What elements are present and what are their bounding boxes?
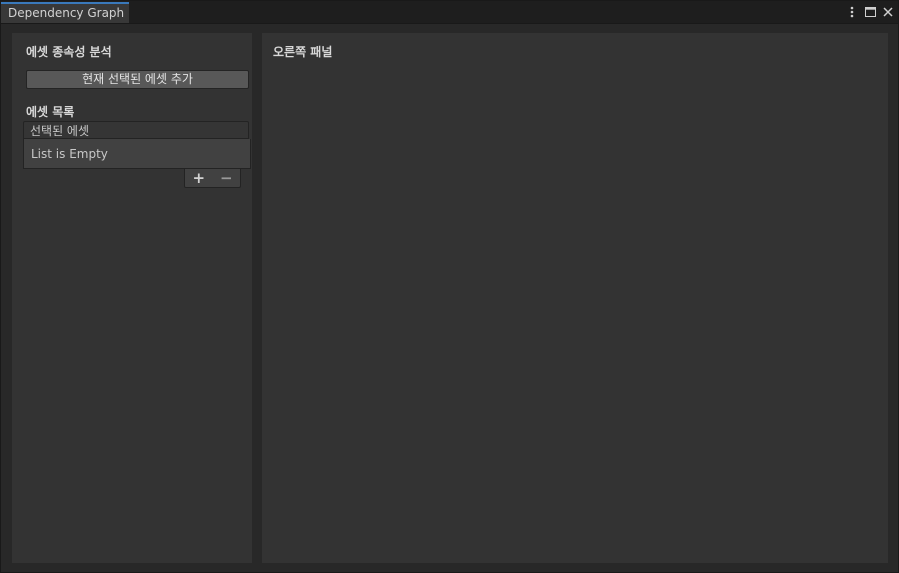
right-panel: 오른쪽 패널	[262, 33, 888, 563]
window-content: 에셋 종속성 분석 현재 선택된 에셋 추가 에셋 목록 선택된 에셋 List…	[1, 24, 898, 572]
tab-bar: Dependency Graph	[1, 1, 898, 24]
panel-title: 에셋 종속성 분석	[26, 45, 112, 59]
tab-dependency-graph[interactable]: Dependency Graph	[1, 2, 129, 23]
add-item-button[interactable]: +	[190, 170, 208, 186]
asset-list-title: 에셋 목록	[26, 105, 75, 119]
asset-list-footer: + −	[184, 169, 241, 188]
asset-list-empty: List is Empty	[23, 139, 251, 169]
remove-item-button[interactable]: −	[217, 170, 235, 186]
editor-window: Dependency Graph 에셋 종속성 분석 현재 선택된 에셋 추가 …	[0, 0, 899, 573]
right-panel-title: 오른쪽 패널	[273, 45, 333, 59]
window-controls	[846, 4, 894, 20]
add-selected-asset-button[interactable]: 현재 선택된 에셋 추가	[26, 70, 249, 89]
maximize-icon[interactable]	[864, 5, 876, 19]
left-panel: 에셋 종속성 분석 현재 선택된 에셋 추가 에셋 목록 선택된 에셋 List…	[12, 33, 252, 563]
more-options-icon[interactable]	[846, 5, 858, 19]
tab-label: Dependency Graph	[8, 6, 125, 20]
asset-list-header[interactable]: 선택된 에셋	[23, 121, 249, 139]
close-icon[interactable]	[882, 5, 894, 19]
